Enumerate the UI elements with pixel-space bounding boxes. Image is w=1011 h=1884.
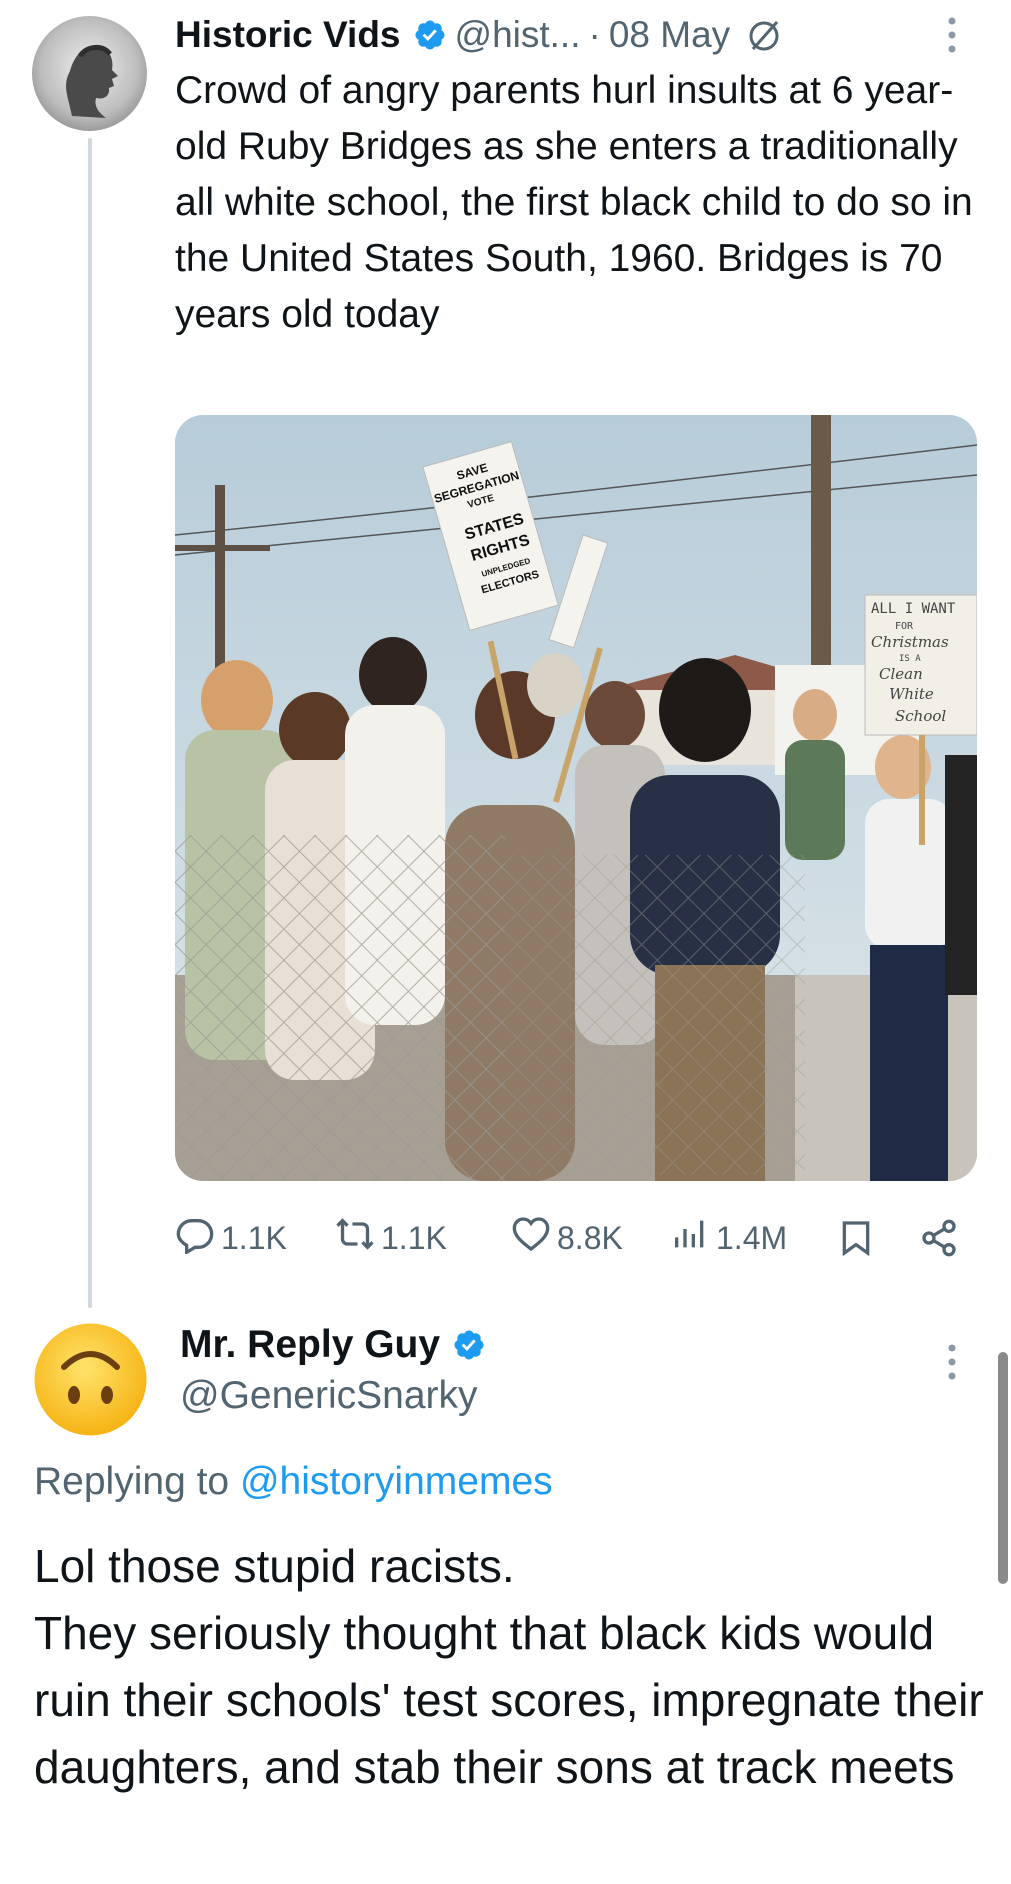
reply-more-options-icon[interactable] bbox=[947, 1342, 957, 1387]
tweet-header: Historic Vids @hist... · 08 May bbox=[175, 10, 985, 60]
reply-count: 1.1K bbox=[221, 1219, 287, 1256]
sign-right-line-2: FOR bbox=[895, 621, 914, 632]
reply-icon bbox=[175, 1214, 215, 1262]
reply-text: Lol those stupid racists. They seriously… bbox=[34, 1533, 994, 1801]
like-icon bbox=[511, 1214, 551, 1262]
like-action[interactable]: 8.8K bbox=[511, 1214, 623, 1262]
scrollbar-thumb[interactable] bbox=[998, 1352, 1008, 1584]
reply-author-avatar[interactable] bbox=[34, 1323, 147, 1436]
sign-right-line-3: Christmas bbox=[871, 633, 949, 651]
repost-count: 1.1K bbox=[381, 1219, 447, 1256]
avatar-portrait-image bbox=[32, 16, 147, 131]
verified-badge-icon bbox=[413, 18, 447, 52]
views-icon bbox=[670, 1214, 710, 1262]
grok-slash-icon[interactable] bbox=[744, 15, 784, 55]
header-separator: · bbox=[588, 14, 601, 55]
views-action[interactable]: 1.4M bbox=[670, 1214, 787, 1262]
sign-right-line-1: ALL I WANT bbox=[871, 601, 956, 617]
author-handle[interactable]: @hist... bbox=[455, 14, 581, 56]
reply-action[interactable]: 1.1K bbox=[175, 1214, 287, 1262]
thread-connector-line bbox=[88, 138, 92, 1308]
views-count: 1.4M bbox=[716, 1219, 788, 1256]
tweet-action-bar: 1.1K 1.1K 8.8K 1.4M bbox=[175, 1210, 975, 1266]
replying-to-prefix: Replying to bbox=[34, 1460, 230, 1503]
sign-right-line-5: Clean bbox=[879, 665, 923, 683]
tweet-date[interactable]: 08 May bbox=[609, 14, 730, 56]
upside-down-face-emoji bbox=[34, 1323, 147, 1436]
reply-text-line-1: Lol those stupid racists. bbox=[34, 1540, 515, 1592]
reply-author-name[interactable]: Mr. Reply Guy bbox=[180, 1323, 440, 1367]
bookmark-icon[interactable] bbox=[836, 1218, 876, 1258]
share-icon[interactable] bbox=[919, 1218, 959, 1258]
author-name[interactable]: Historic Vids bbox=[175, 14, 401, 56]
replying-to-handle-link[interactable]: @historyinmemes bbox=[240, 1460, 553, 1503]
repost-icon bbox=[335, 1214, 375, 1262]
tweet-text: Crowd of angry parents hurl insults at 6… bbox=[175, 69, 973, 336]
repost-action[interactable]: 1.1K bbox=[335, 1214, 447, 1262]
more-options-icon[interactable] bbox=[947, 15, 957, 55]
reply-text-line-2: They seriously thought that black kids w… bbox=[34, 1607, 984, 1793]
sign-right-line-6: White bbox=[889, 685, 934, 703]
author-avatar[interactable] bbox=[32, 16, 147, 131]
reply-author-handle[interactable]: @GenericSnarky bbox=[180, 1374, 478, 1418]
reply-author-name-row: Mr. Reply Guy bbox=[180, 1323, 494, 1367]
like-count: 8.8K bbox=[557, 1219, 623, 1256]
verified-badge-icon bbox=[452, 1328, 486, 1362]
sign-right-line-4: IS A bbox=[899, 654, 921, 664]
tweet-photo[interactable]: SAVE SEGREGATION VOTE STATES RIGHTS UNPL… bbox=[175, 415, 977, 1181]
protest-photo-image: SAVE SEGREGATION VOTE STATES RIGHTS UNPL… bbox=[175, 415, 977, 1181]
replying-to-line: Replying to @historyinmemes bbox=[34, 1460, 553, 1504]
sign-right-line-7: School bbox=[895, 707, 946, 725]
